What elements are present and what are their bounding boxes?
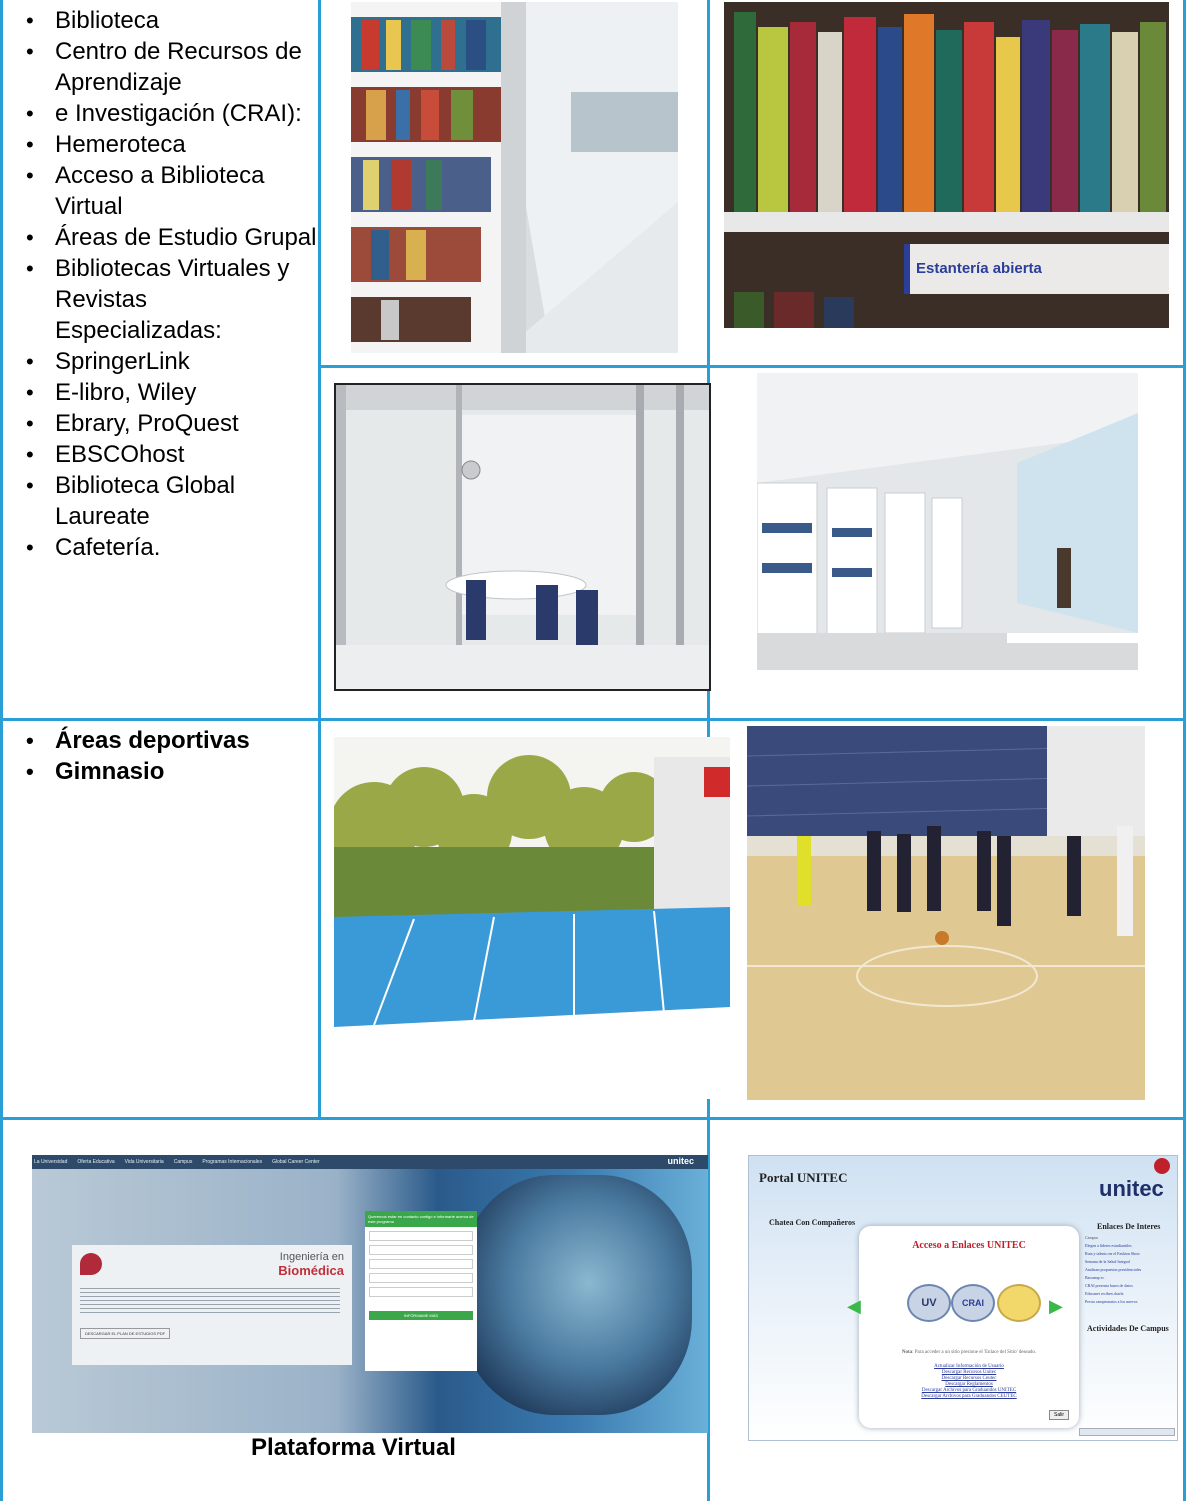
list-item: Centro de Recursos de Aprendizaje — [0, 36, 318, 98]
list-item: e Investigación (CRAI): — [0, 98, 318, 129]
campus-label: Campus — [1085, 1235, 1099, 1240]
website-nav-bar: La Universidad Oferta Educativa Vida Uni… — [32, 1155, 708, 1169]
portal-link[interactable]: Baroamp ec — [1085, 1274, 1171, 1282]
study-room-photo — [334, 383, 711, 691]
portal-screenshot: Portal UNITEC unitec Chatea Con Compañer… — [748, 1155, 1178, 1441]
portal-logo: unitec — [1099, 1176, 1164, 1201]
table-border-row2 — [0, 1117, 1186, 1120]
program-title-small: Ingeniería en — [279, 1251, 344, 1263]
arrow-right-icon[interactable]: ▶ — [1049, 1296, 1063, 1317]
portal-link[interactable]: Semana de la Salud Integral — [1085, 1258, 1171, 1266]
portal-note-label: Nota — [901, 1350, 913, 1355]
portal-link[interactable]: CRAI presenta bases de datos — [1085, 1282, 1171, 1290]
list-item: E-libro, Wiley — [0, 377, 318, 408]
list-item: EBSCOhost — [0, 439, 318, 470]
program-title-big: Biomédica — [278, 1263, 344, 1278]
website-screenshot: La Universidad Oferta Educativa Vida Uni… — [32, 1155, 708, 1433]
list-item: Cafetería. — [0, 532, 318, 563]
exit-button[interactable]: Salir — [1049, 1410, 1070, 1420]
portal-link[interactable]: Educanet reciben charla — [1085, 1290, 1171, 1298]
form-input[interactable] — [369, 1273, 473, 1283]
access-panel: Acceso a Enlaces UNITEC UV CRAI ◀ ▶ Nota… — [847, 1226, 1079, 1428]
crai-icon-button[interactable]: CRAI — [951, 1284, 995, 1322]
list-item: Biblioteca — [0, 5, 318, 36]
hero-face — [462, 1175, 692, 1415]
portal-title: Portal UNITEC — [759, 1170, 848, 1185]
program-card: Ingeniería en Biomédica DESCARGAR EL PLA… — [72, 1245, 352, 1365]
list-item: Hemeroteca — [0, 129, 318, 160]
portal-scrollbar[interactable] — [1079, 1428, 1175, 1436]
portal-note: Nota: Para acceder a un sitio presione e… — [859, 1350, 1079, 1355]
download-plan-button[interactable]: DESCARGAR EL PLAN DE ESTUDIOS PDF — [80, 1328, 171, 1339]
contact-form: Queremos estar en contacto contigo e inf… — [365, 1211, 477, 1371]
table-border-row1 — [0, 718, 1186, 721]
form-input[interactable] — [369, 1245, 473, 1255]
sports-list: Áreas deportivas Gimnasio — [0, 725, 318, 787]
list-item: Gimnasio — [0, 756, 318, 787]
arrow-left-icon[interactable]: ◀ — [847, 1296, 861, 1317]
list-item: Ebrary, ProQuest — [0, 408, 318, 439]
list-item: Áreas deportivas — [0, 725, 318, 756]
gym-photo — [747, 726, 1145, 1100]
pool-photo — [334, 737, 730, 1099]
access-panel-title: Acceso a Enlaces UNITEC — [912, 1240, 1026, 1251]
virtual-platform-caption: Plataforma Virtual — [251, 1434, 456, 1461]
library-aisle-photo — [351, 2, 678, 353]
list-item: SpringerLink — [0, 346, 318, 377]
nav-item: La Universidad — [34, 1159, 68, 1165]
form-input[interactable] — [369, 1231, 473, 1241]
list-item: Biblioteca Global Laureate — [0, 470, 318, 532]
list-item: Áreas de Estudio Grupal — [0, 222, 318, 253]
form-input[interactable] — [369, 1259, 473, 1269]
uv-icon-button[interactable]: UV — [907, 1284, 951, 1322]
list-item: Acceso a Biblioteca Virtual — [0, 160, 318, 222]
contact-form-title: Queremos estar en contacto contigo e inf… — [365, 1211, 477, 1227]
portal-activities-header: Actividades De Campus — [1087, 1324, 1169, 1333]
crai-icon-label: CRAI — [962, 1298, 984, 1308]
portal-links-list: Campus Elegen a líderes estudiantiles Ru… — [1085, 1234, 1171, 1320]
portal-download-links: Actualizar Información de Usuario Descar… — [859, 1364, 1079, 1400]
reading-hall-photo — [757, 373, 1138, 670]
portal-link[interactable]: Elegen a líderes estudiantiles — [1085, 1242, 1171, 1250]
portal-logo-badge — [1154, 1158, 1170, 1174]
portal-links-header: Enlaces De Interes — [1097, 1222, 1161, 1231]
portal-note-text: : Para acceder a un sitio presione el 'E… — [912, 1350, 1037, 1355]
bookshelf-photo: Estantería abierta — [724, 2, 1169, 328]
inform-me-button[interactable]: INFÓRMAME MÁS — [369, 1311, 473, 1320]
table-border-row-a — [318, 365, 1186, 368]
uv-icon-label: UV — [921, 1297, 937, 1309]
program-description — [80, 1285, 340, 1313]
nav-item: Vida Universitaria — [124, 1159, 164, 1165]
portal-chat-link[interactable]: Chatea Con Compañeros — [769, 1218, 855, 1227]
photo-sign-text: Estantería abierta — [916, 260, 1042, 277]
list-item: Bibliotecas Virtuales y Revistas Especia… — [0, 253, 318, 346]
mail-icon[interactable] — [997, 1284, 1041, 1322]
nav-item: Global Career Center — [272, 1159, 320, 1165]
nav-item: Campus — [173, 1159, 193, 1165]
portal-link[interactable]: Analizan propuestas presidenciales — [1085, 1266, 1171, 1274]
nav-item: Oferta Educativa — [77, 1159, 115, 1165]
portal-link[interactable]: Ruta y talento en el Fashion Show — [1085, 1250, 1171, 1258]
nav-item: Programas Internacionales — [202, 1159, 263, 1165]
facilities-list: Biblioteca Centro de Recursos de Aprendi… — [0, 5, 318, 563]
download-link[interactable]: Descargar Archivos para Graduandos CEUTE… — [859, 1394, 1079, 1400]
portal-link[interactable]: Presta campeonatos a los nuevos — [1085, 1298, 1171, 1306]
table-border-col1 — [318, 0, 321, 1117]
website-brand: unitec — [667, 1156, 694, 1166]
form-input[interactable] — [369, 1287, 473, 1297]
table-border-right — [1183, 0, 1186, 1501]
program-logo-icon — [80, 1253, 102, 1275]
